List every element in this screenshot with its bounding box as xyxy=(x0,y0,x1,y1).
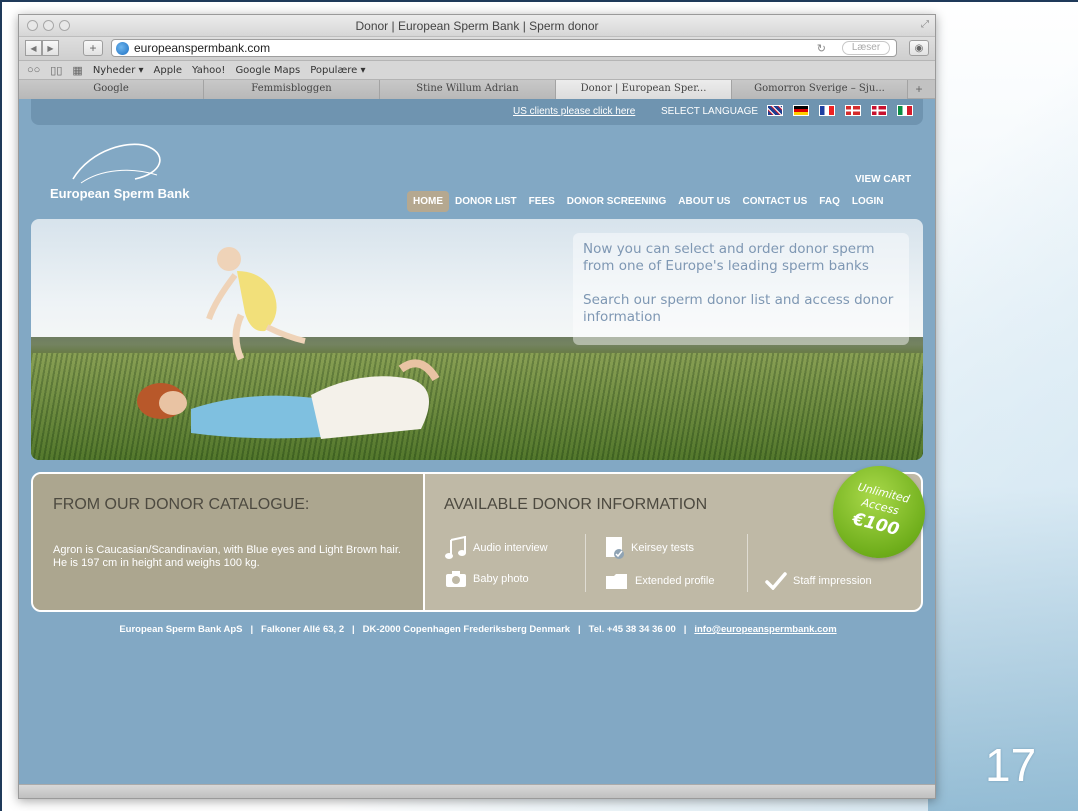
baby-illustration xyxy=(206,247,306,361)
info-divider xyxy=(585,534,586,592)
danish-flag-icon[interactable] xyxy=(871,105,887,116)
info-divider xyxy=(747,534,748,592)
hero-banner: Now you can select and order donor sperm… xyxy=(31,219,923,460)
camera-icon xyxy=(446,571,466,587)
forward-button[interactable]: ▶ xyxy=(42,40,59,56)
us-clients-link[interactable]: US clients please click here xyxy=(513,106,635,117)
keirsey-tests-item[interactable]: Keirsey tests xyxy=(605,536,694,560)
donor-catalogue-box: FROM OUR DONOR CATALOGUE: Agron is Cauca… xyxy=(33,474,425,610)
main-nav: HOME DONOR LIST FEES DONOR SCREENING ABO… xyxy=(407,191,890,212)
available-info-title: AVAILABLE DONOR INFORMATION xyxy=(444,496,708,513)
nav-contact-us[interactable]: CONTACT US xyxy=(736,191,813,212)
bookmarks-bar: ○○ ▯▯ ▦ Nyheder ▾ Apple Yahoo! Google Ma… xyxy=(19,61,935,80)
new-tab-button[interactable]: + xyxy=(908,80,930,98)
footer-phone: Tel. +45 38 34 36 00 xyxy=(588,624,676,635)
title-bar: Donor | European Sperm Bank | Sperm dono… xyxy=(19,15,935,37)
add-bookmark-button[interactable]: + xyxy=(83,40,103,56)
bookmark-item[interactable]: Populære ▾ xyxy=(310,65,365,76)
bookmark-item[interactable]: Nyheder ▾ xyxy=(93,65,144,76)
slide-number: 17 xyxy=(985,739,1037,791)
uk-flag-icon[interactable] xyxy=(767,105,783,116)
nav-login[interactable]: LOGIN xyxy=(846,191,890,212)
catalogue-title: FROM OUR DONOR CATALOGUE: xyxy=(53,496,310,513)
hero-subline: Search our sperm donor list and access d… xyxy=(583,292,894,325)
bookmarks-icon[interactable]: ▯▯ xyxy=(50,64,62,77)
status-bar xyxy=(19,784,935,798)
norwegian-flag-icon[interactable] xyxy=(845,105,861,116)
window-title: Donor | European Sperm Bank | Sperm dono… xyxy=(355,19,599,33)
nav-about-us[interactable]: ABOUT US xyxy=(672,191,736,212)
view-cart-link[interactable]: VIEW CART xyxy=(855,174,911,185)
footer-company: European Sperm Bank ApS xyxy=(119,624,243,635)
footer-city: DK-2000 Copenhagen Frederiksberg Denmark xyxy=(362,624,571,635)
unlimited-access-badge[interactable]: Unlimited Access €100 xyxy=(823,456,935,568)
reading-list-icon[interactable]: ○○ xyxy=(27,64,40,76)
address-bar[interactable]: europeanspermbank.com ↻ Læser xyxy=(111,39,897,57)
nav-donor-screening[interactable]: DONOR SCREENING xyxy=(561,191,672,212)
info-panel: FROM OUR DONOR CATALOGUE: Agron is Cauca… xyxy=(31,456,935,612)
tab-bar: Google Femmisbloggen Stine Willum Adrian… xyxy=(19,80,935,99)
nav-home[interactable]: HOME xyxy=(407,191,449,212)
site-footer: European Sperm Bank ApS | Falkoner Allé … xyxy=(119,624,837,635)
tab-google[interactable]: Google xyxy=(19,80,204,99)
extended-profile-item[interactable]: Extended profile xyxy=(605,572,715,590)
globe-icon xyxy=(116,42,129,55)
keirsey-tests-label: Keirsey tests xyxy=(631,542,694,554)
top-sites-icon[interactable]: ▦ xyxy=(72,64,82,77)
french-flag-icon[interactable] xyxy=(819,105,835,116)
url-text: europeanspermbank.com xyxy=(134,41,271,55)
baby-photo-item[interactable]: Baby photo xyxy=(445,570,529,588)
german-flag-icon[interactable] xyxy=(793,105,809,116)
staff-impression-item[interactable]: Staff impression xyxy=(765,572,872,590)
logo-swoosh-icon[interactable] xyxy=(71,139,171,187)
select-language-label: SELECT LANGUAGE xyxy=(661,106,759,117)
tab-donor[interactable]: Donor | European Sper... xyxy=(556,80,732,99)
tab-gomorron[interactable]: Gomorron Sverige – Sju... xyxy=(732,80,908,99)
extended-profile-label: Extended profile xyxy=(635,575,715,587)
language-bar: US clients please click here SELECT LANG… xyxy=(31,99,923,125)
italian-flag-icon[interactable] xyxy=(897,105,913,116)
bookmark-item[interactable]: Google Maps xyxy=(235,65,300,76)
slide-decoration xyxy=(928,0,1078,811)
language-flags xyxy=(767,105,913,116)
brand-name[interactable]: European Sperm Bank xyxy=(50,186,189,201)
music-note-icon xyxy=(445,536,466,559)
staff-impression-label: Staff impression xyxy=(793,575,872,587)
reload-icon[interactable]: ↻ xyxy=(817,41,826,57)
settings-button[interactable]: ◉ xyxy=(909,40,929,56)
nav-fees[interactable]: FEES xyxy=(523,191,561,212)
browser-toolbar: ◀ ▶ + europeanspermbank.com ↻ Læser ◉ xyxy=(19,37,935,61)
hero-headline: Now you can select and order donor sperm… xyxy=(583,241,875,274)
document-check-icon xyxy=(606,537,624,559)
audio-interview-label: Audio interview xyxy=(473,542,548,554)
bookmark-item[interactable]: Apple xyxy=(154,65,182,76)
nav-faq[interactable]: FAQ xyxy=(813,191,846,212)
tab-stine-willum-adrian[interactable]: Stine Willum Adrian xyxy=(380,80,556,99)
web-page: US clients please click here SELECT LANG… xyxy=(19,99,935,779)
fullscreen-icon[interactable]: ⤢ xyxy=(921,19,929,30)
footer-address: Falkoner Allé 63, 2 xyxy=(261,624,345,635)
hero-text-box: Now you can select and order donor sperm… xyxy=(573,233,909,345)
browser-window: Donor | European Sperm Bank | Sperm dono… xyxy=(18,14,936,799)
reader-button[interactable]: Læser xyxy=(842,41,890,55)
folder-icon xyxy=(606,574,627,589)
tab-femmisbloggen[interactable]: Femmisbloggen xyxy=(204,80,380,99)
bookmark-item[interactable]: Yahoo! xyxy=(192,65,225,76)
checkmark-icon xyxy=(765,572,787,590)
footer-email-link[interactable]: info@europeanspermbank.com xyxy=(694,624,836,635)
back-button[interactable]: ◀ xyxy=(25,40,42,56)
nav-donor-list[interactable]: DONOR LIST xyxy=(449,191,523,212)
catalogue-description: Agron is Caucasian/Scandinavian, with Bl… xyxy=(53,544,401,569)
history-buttons: ◀ ▶ xyxy=(25,40,59,56)
audio-interview-item[interactable]: Audio interview xyxy=(445,536,548,560)
baby-photo-label: Baby photo xyxy=(473,573,529,585)
